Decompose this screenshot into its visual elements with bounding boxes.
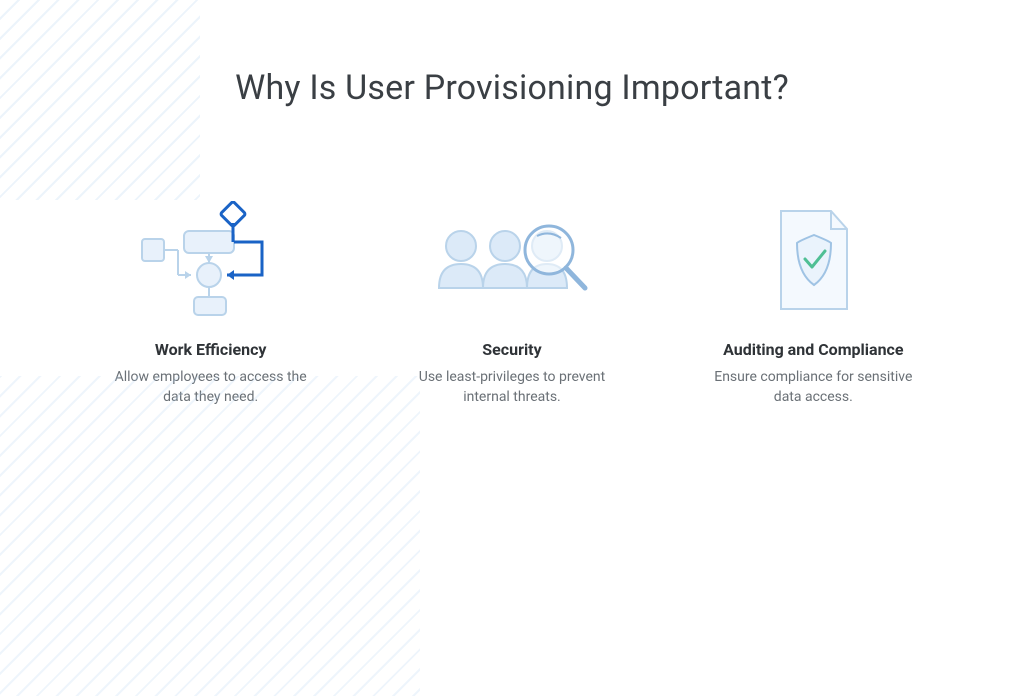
column-description: Ensure compliance for sensitive data acc… (703, 367, 923, 408)
column-description: Use least-privileges to prevent internal… (402, 367, 622, 408)
people-search-icon (427, 196, 597, 326)
column-description: Allow employees to access the data they … (101, 367, 321, 408)
column-title: Work Efficiency (155, 340, 267, 359)
document-shield-check-icon (728, 196, 898, 326)
page-title: Why Is User Provisioning Important? (0, 0, 1024, 108)
column-title: Auditing and Compliance (723, 340, 903, 359)
column-title: Security (482, 340, 541, 359)
column-work-efficiency: Work Efficiency Allow employees to acces… (71, 196, 351, 408)
column-auditing-compliance: Auditing and Compliance Ensure complianc… (673, 196, 953, 408)
column-security: Security Use least-privileges to prevent… (372, 196, 652, 408)
workflow-icon (126, 196, 296, 326)
feature-columns: Work Efficiency Allow employees to acces… (0, 196, 1024, 408)
decorative-stripes-bottom (0, 376, 420, 696)
